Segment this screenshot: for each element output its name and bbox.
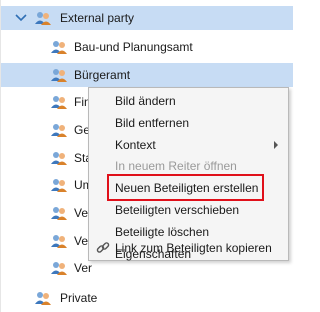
menu-item-label: Bild ändern xyxy=(115,94,176,108)
link-icon xyxy=(96,242,110,253)
people-icon xyxy=(51,96,67,109)
tree-node-label: External party xyxy=(60,11,135,25)
menu-item-label: Link zum Beteiligten kopieren xyxy=(115,241,272,255)
tree-node-private[interactable]: Private xyxy=(1,286,293,310)
people-icon xyxy=(51,262,67,275)
tree-node-label: Private xyxy=(60,291,98,305)
menu-item-context[interactable]: Kontext xyxy=(89,134,288,156)
people-icon xyxy=(51,207,67,220)
people-icon xyxy=(51,69,67,82)
tree-node-external-party[interactable]: External party xyxy=(1,6,293,30)
menu-item-label: Beteiligten verschieben xyxy=(115,203,240,217)
people-icon xyxy=(51,152,67,165)
menu-item-label: Bild entfernen xyxy=(115,116,190,130)
highlight-box xyxy=(107,174,264,201)
people-icon xyxy=(51,124,67,137)
chevron-down-icon[interactable] xyxy=(15,13,27,23)
menu-item-label: In neuem Reiter öffnen xyxy=(115,159,237,173)
tree-node-label: Bau-und Planungsamt xyxy=(74,40,193,54)
tree-node-label: Bürgeramt xyxy=(74,68,131,82)
menu-item-label: Kontext xyxy=(115,138,156,152)
menu-item-copy-link[interactable]: Link zum Beteiligten kopieren xyxy=(89,237,288,259)
people-icon xyxy=(35,12,51,25)
people-icon xyxy=(51,235,67,248)
submenu-arrow-icon xyxy=(274,141,278,149)
menu-item-remove-image[interactable]: Bild entfernen xyxy=(89,112,288,134)
tree-node-child[interactable]: Bau-und Planungsamt xyxy=(1,35,293,59)
people-icon xyxy=(51,41,67,54)
tree-node-child-selected[interactable]: Bürgeramt xyxy=(1,63,293,87)
menu-item-move-party[interactable]: Beteiligten verschieben xyxy=(89,199,288,221)
menu-item-change-image[interactable]: Bild ändern xyxy=(89,90,288,112)
people-icon xyxy=(51,179,67,192)
people-icon xyxy=(35,292,51,305)
